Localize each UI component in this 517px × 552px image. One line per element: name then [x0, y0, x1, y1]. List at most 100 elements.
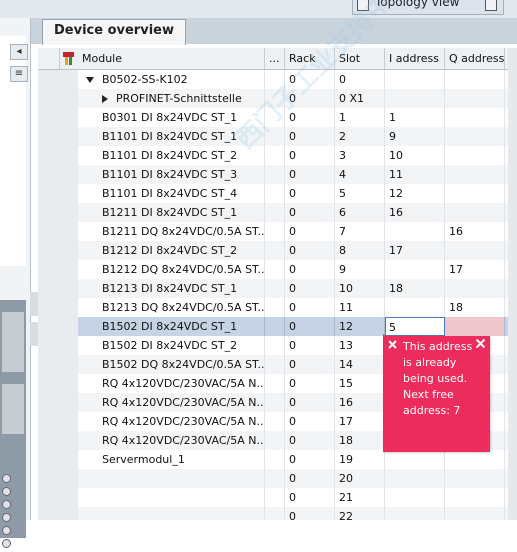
- cell-i-address[interactable]: 18: [385, 279, 445, 298]
- cell-ellipsis[interactable]: [265, 70, 285, 89]
- cell-module[interactable]: B1212 DI 8x24VDC ST_2: [78, 241, 265, 260]
- cell-rack[interactable]: 0: [285, 203, 335, 222]
- cell-rack[interactable]: 0: [285, 469, 335, 488]
- cell-q-address[interactable]: [445, 241, 505, 260]
- cell-module[interactable]: Servermodul_1: [78, 450, 265, 469]
- table-row[interactable]: B1213 DI 8x24VDC ST_101018DI: [38, 279, 517, 298]
- table-row[interactable]: B1212 DQ 8x24VDC/0.5A ST...0917DI: [38, 260, 517, 279]
- cell-ellipsis[interactable]: [265, 374, 285, 393]
- table-row[interactable]: B1101 DI 8x24VDC ST_30411DI: [38, 165, 517, 184]
- cell-i-address[interactable]: 16: [385, 203, 445, 222]
- cell-ellipsis[interactable]: [265, 184, 285, 203]
- cell-rack[interactable]: 0: [285, 127, 335, 146]
- i-address-input[interactable]: 5: [385, 317, 445, 336]
- cell-slot[interactable]: 0 X1: [335, 89, 385, 108]
- table-row[interactable]: B1101 DI 8x24VDC ST_20310DI: [38, 146, 517, 165]
- cell-i-address[interactable]: 10: [385, 146, 445, 165]
- cell-rack[interactable]: 0: [285, 260, 335, 279]
- table-row[interactable]: B1211 DI 8x24VDC ST_10616DI: [38, 203, 517, 222]
- header-i-address[interactable]: I address: [385, 48, 445, 69]
- expand-right-icon[interactable]: [102, 95, 108, 103]
- cell-module[interactable]: B1101 DI 8x24VDC ST_3: [78, 165, 265, 184]
- cell-ellipsis[interactable]: [265, 469, 285, 488]
- cell-module[interactable]: B1502 DQ 8x24VDC/0.5A ST...: [78, 355, 265, 374]
- cell-i-address[interactable]: 12: [385, 184, 445, 203]
- cell-q-address[interactable]: [445, 146, 505, 165]
- splitter-handle[interactable]: [30, 322, 38, 346]
- cell-q-address[interactable]: [445, 184, 505, 203]
- table-row[interactable]: PROFINET-Schnittstelle00 X1PR: [38, 89, 517, 108]
- cell-slot[interactable]: 16: [335, 393, 385, 412]
- cell-ellipsis[interactable]: [265, 336, 285, 355]
- cell-rack[interactable]: 0: [285, 488, 335, 507]
- cell-q-address[interactable]: [445, 127, 505, 146]
- cell-i-address[interactable]: [385, 469, 445, 488]
- cell-i-address[interactable]: 17: [385, 241, 445, 260]
- cell-rack[interactable]: 0: [285, 184, 335, 203]
- header-module[interactable]: Module: [78, 48, 265, 69]
- cell-module[interactable]: B1213 DQ 8x24VDC/0.5A ST...: [78, 298, 265, 317]
- cell-slot[interactable]: 17: [335, 412, 385, 431]
- header-ellipsis[interactable]: ...: [265, 48, 285, 69]
- tab-device-overview[interactable]: Device overview: [42, 19, 186, 45]
- cell-ellipsis[interactable]: [265, 488, 285, 507]
- cell-module[interactable]: B1502 DI 8x24VDC ST_1: [78, 317, 265, 336]
- cell-ellipsis[interactable]: [265, 317, 285, 336]
- cell-module[interactable]: B0301 DI 8x24VDC ST_1: [78, 108, 265, 127]
- cell-q-address[interactable]: 16: [445, 222, 505, 241]
- cell-module[interactable]: PROFINET-Schnittstelle: [78, 89, 265, 108]
- cell-i-address[interactable]: 1: [385, 108, 445, 127]
- cell-q-address[interactable]: [445, 108, 505, 127]
- cell-slot[interactable]: 1: [335, 108, 385, 127]
- cell-slot[interactable]: 4: [335, 165, 385, 184]
- cell-module[interactable]: B1101 DI 8x24VDC ST_1: [78, 127, 265, 146]
- cell-module[interactable]: [78, 488, 265, 507]
- cell-ellipsis[interactable]: [265, 203, 285, 222]
- cell-q-address[interactable]: [445, 279, 505, 298]
- cell-slot[interactable]: 5: [335, 184, 385, 203]
- cell-i-address[interactable]: 9: [385, 127, 445, 146]
- cell-ellipsis[interactable]: [265, 260, 285, 279]
- cell-ellipsis[interactable]: [265, 355, 285, 374]
- cell-slot[interactable]: 11: [335, 298, 385, 317]
- cell-i-address[interactable]: [385, 507, 445, 520]
- cell-slot[interactable]: 2: [335, 127, 385, 146]
- table-row[interactable]: B1213 DQ 8x24VDC/0.5A ST...01118DI: [38, 298, 517, 317]
- tab-topology-view[interactable]: Topology view: [352, 0, 504, 15]
- expand-down-icon[interactable]: [86, 77, 94, 83]
- cell-ellipsis[interactable]: [265, 431, 285, 450]
- table-row[interactable]: B1502 DI 8x24VDC ST_10125DI: [38, 317, 517, 336]
- cell-slot[interactable]: 13: [335, 336, 385, 355]
- cell-module[interactable]: B1211 DI 8x24VDC ST_1: [78, 203, 265, 222]
- cell-ellipsis[interactable]: [265, 393, 285, 412]
- cell-module[interactable]: B1213 DI 8x24VDC ST_1: [78, 279, 265, 298]
- panel-collapse-button[interactable]: ◂: [10, 44, 28, 60]
- cell-slot[interactable]: 12: [335, 317, 385, 336]
- cell-rack[interactable]: 0: [285, 317, 335, 336]
- cell-q-address[interactable]: 18: [445, 298, 505, 317]
- cell-module[interactable]: B1502 DI 8x24VDC ST_2: [78, 336, 265, 355]
- cell-rack[interactable]: 0: [285, 393, 335, 412]
- splitter-handle[interactable]: [30, 292, 38, 316]
- header-q-address[interactable]: Q address: [445, 48, 505, 69]
- cell-rack[interactable]: 0: [285, 450, 335, 469]
- cell-ellipsis[interactable]: [265, 298, 285, 317]
- cell-ellipsis[interactable]: [265, 222, 285, 241]
- cell-q-address[interactable]: [445, 89, 505, 108]
- cell-ellipsis[interactable]: [265, 89, 285, 108]
- cell-ellipsis[interactable]: [265, 146, 285, 165]
- cell-slot[interactable]: 20: [335, 469, 385, 488]
- cell-q-address[interactable]: [445, 507, 505, 520]
- cell-module[interactable]: RQ 4x120VDC/230VAC/5A N...: [78, 412, 265, 431]
- cell-module[interactable]: B1101 DI 8x24VDC ST_4: [78, 184, 265, 203]
- cell-module[interactable]: [78, 507, 265, 520]
- cell-module[interactable]: RQ 4x120VDC/230VAC/5A N...: [78, 393, 265, 412]
- cell-i-address[interactable]: [385, 260, 445, 279]
- cell-i-address[interactable]: [385, 488, 445, 507]
- cell-ellipsis[interactable]: [265, 165, 285, 184]
- cell-module[interactable]: B1211 DQ 8x24VDC/0.5A ST...: [78, 222, 265, 241]
- table-row[interactable]: B0301 DI 8x24VDC ST_1011DI: [38, 108, 517, 127]
- cell-ellipsis[interactable]: [265, 108, 285, 127]
- table-row[interactable]: 0 20: [38, 469, 517, 488]
- cell-module[interactable]: RQ 4x120VDC/230VAC/5A N...: [78, 431, 265, 450]
